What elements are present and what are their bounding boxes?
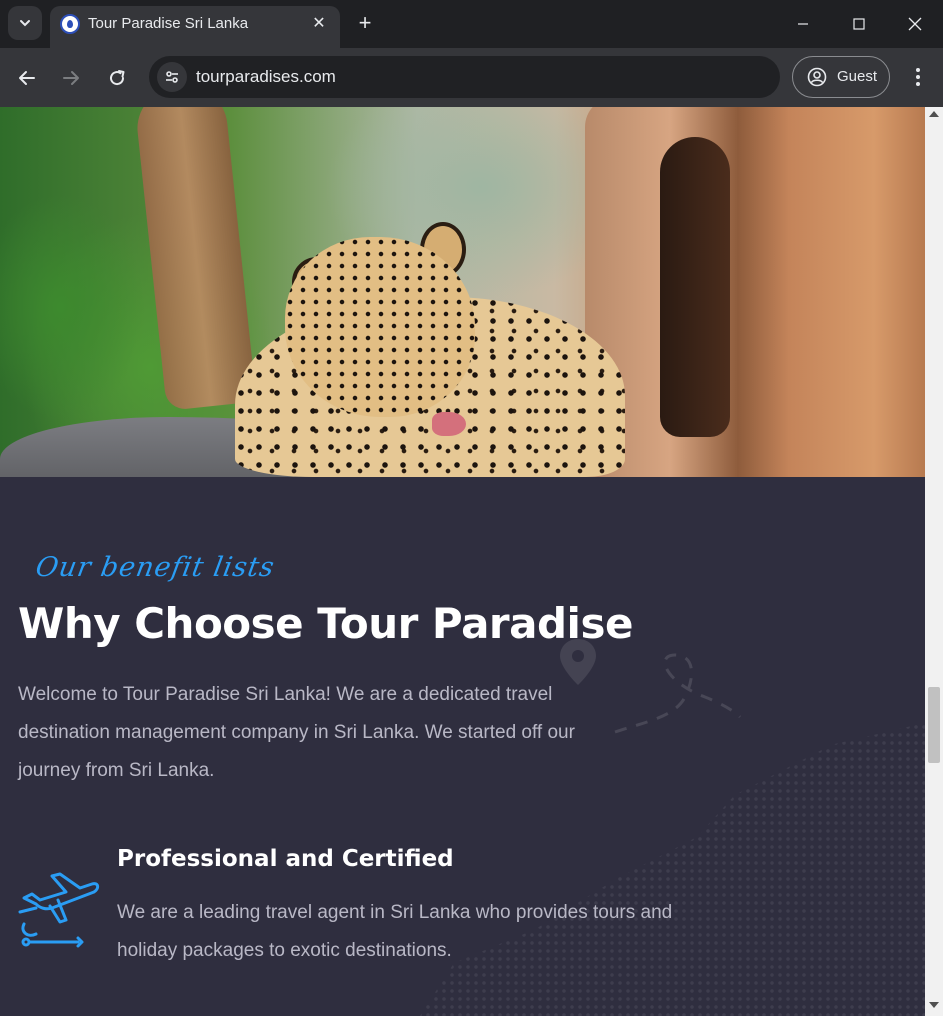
tree-hollow xyxy=(660,137,730,437)
intro-paragraph: Welcome to Tour Paradise Sri Lanka! We a… xyxy=(18,684,575,781)
leopard-tongue xyxy=(432,412,466,436)
minimize-icon xyxy=(798,23,808,25)
reload-icon xyxy=(110,70,125,86)
site-info-button[interactable] xyxy=(157,62,187,92)
benefits-section: Our benefit lists Why Choose Tour Paradi… xyxy=(0,477,925,1016)
tune-icon xyxy=(166,71,178,83)
arrow-left-icon xyxy=(19,71,35,85)
scroll-down-arrow-icon[interactable] xyxy=(929,1002,939,1008)
browser-menu-button[interactable] xyxy=(904,62,932,92)
tree-trunk xyxy=(585,107,925,477)
tour-paradise-logo-icon xyxy=(60,14,80,34)
new-tab-button[interactable]: + xyxy=(352,10,378,36)
feature-description: We are a leading travel agent in Sri Lan… xyxy=(117,902,673,961)
address-bar[interactable]: tourparadises.com xyxy=(149,56,780,98)
scroll-up-arrow-icon[interactable] xyxy=(929,111,939,117)
tree-trunk xyxy=(133,107,257,411)
more-vert-icon xyxy=(916,68,920,86)
reload-button[interactable] xyxy=(102,63,132,93)
profile-button[interactable]: Guest xyxy=(792,56,890,98)
browser-toolbar: tourparadises.com Guest xyxy=(0,48,943,107)
airplane-icon xyxy=(18,872,100,948)
back-button[interactable] xyxy=(12,63,42,93)
browser-tab[interactable]: Tour Paradise Sri Lanka ✕ xyxy=(50,6,340,48)
script-subheading: Our benefit lists xyxy=(33,552,278,583)
profile-label: Guest xyxy=(837,68,878,85)
tab-title: Tour Paradise Sri Lanka xyxy=(88,15,249,32)
leopard-head xyxy=(285,237,475,417)
chevron-down-icon xyxy=(20,20,30,27)
maximize-button[interactable] xyxy=(833,0,885,48)
minimize-button[interactable] xyxy=(777,0,829,48)
person-circle-icon xyxy=(807,67,827,87)
close-icon xyxy=(908,17,922,31)
forward-button[interactable] xyxy=(56,63,86,93)
scrollbar-thumb[interactable] xyxy=(928,687,940,763)
tab-search-button[interactable] xyxy=(8,6,42,40)
close-window-button[interactable] xyxy=(889,0,941,48)
url-text: tourparadises.com xyxy=(196,67,336,86)
browser-tab-bar: Tour Paradise Sri Lanka ✕ + xyxy=(0,0,943,48)
section-heading: Why Choose Tour Paradise xyxy=(18,599,633,648)
arrow-right-icon xyxy=(63,71,79,85)
feature-title: Professional and Certified xyxy=(117,846,454,872)
tab-close-icon[interactable]: ✕ xyxy=(308,12,330,34)
maximize-icon xyxy=(853,18,865,30)
leopard-in-forest-photo xyxy=(0,107,925,477)
page-viewport: Our benefit lists Why Choose Tour Paradi… xyxy=(0,107,925,1016)
page-scrollbar[interactable] xyxy=(925,107,943,1016)
